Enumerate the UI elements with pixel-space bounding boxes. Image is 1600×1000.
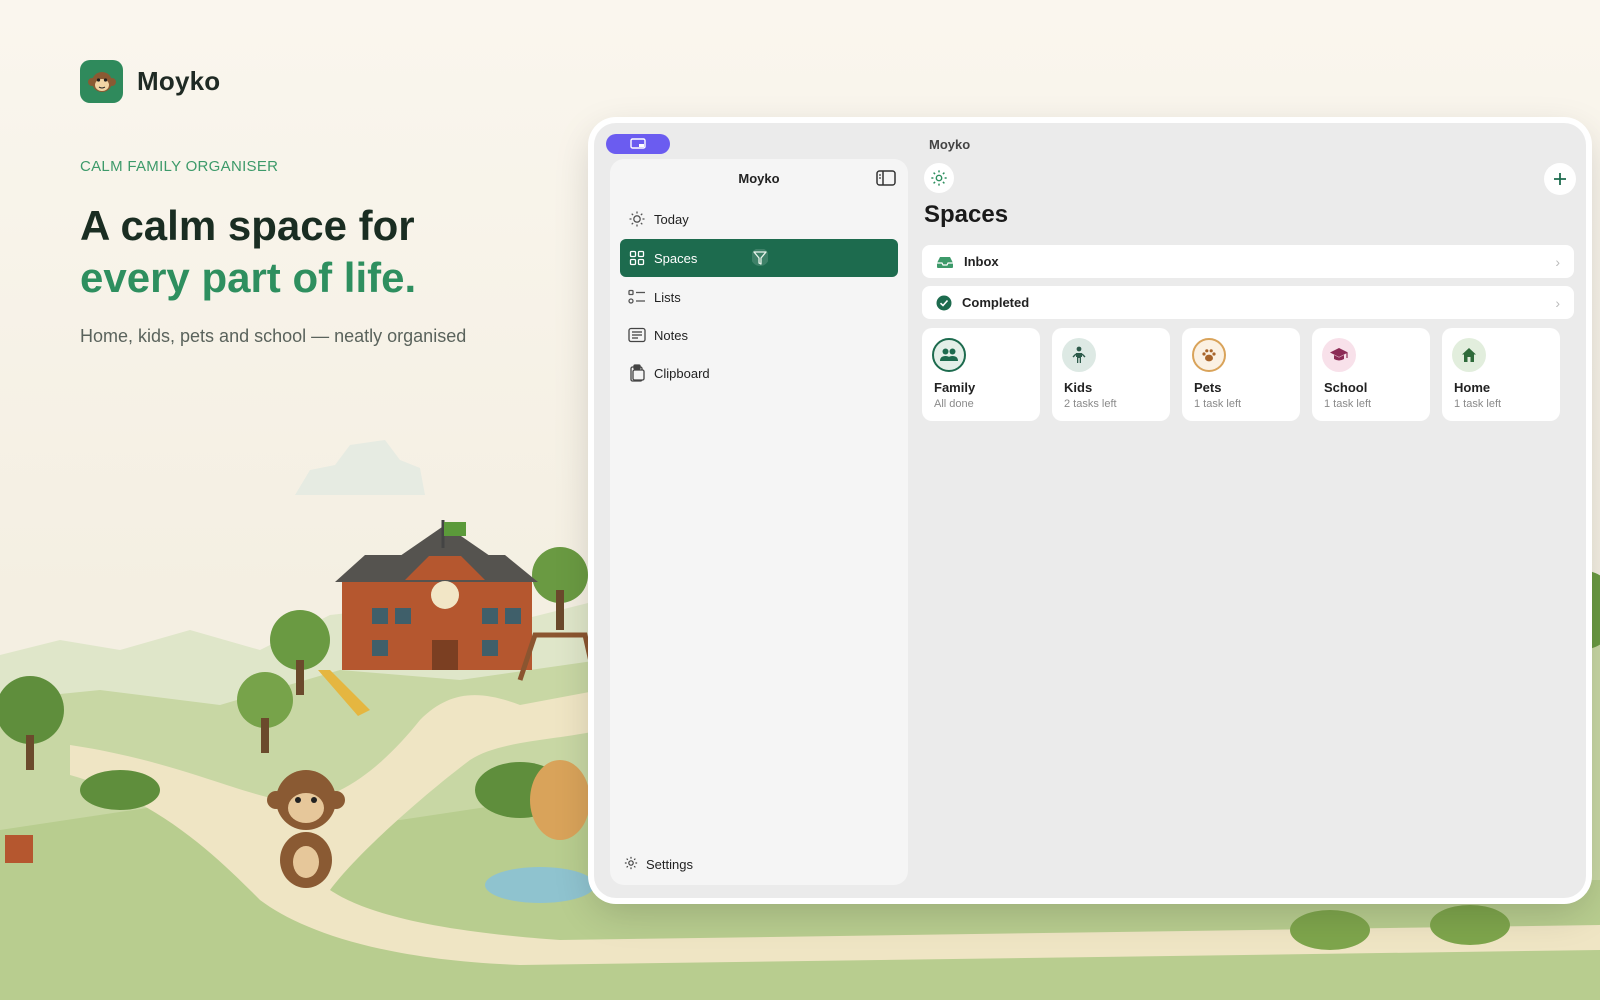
space-card-kids[interactable]: Kids 2 tasks left bbox=[1052, 328, 1170, 421]
window-title: Moyko bbox=[929, 137, 971, 152]
space-name: Home bbox=[1454, 380, 1491, 395]
space-status: 1 task left bbox=[1454, 398, 1502, 410]
monkey-face-icon bbox=[80, 60, 123, 103]
row-label: Completed bbox=[962, 295, 1030, 310]
gear-icon bbox=[931, 170, 947, 186]
brand[interactable]: Moyko bbox=[80, 60, 220, 103]
plus-icon bbox=[1554, 173, 1566, 185]
completed-row[interactable]: Completed › bbox=[922, 286, 1574, 319]
space-card-home[interactable]: Home 1 task left bbox=[1442, 328, 1560, 421]
graduation-cap-icon bbox=[1322, 338, 1356, 372]
clipboard-icon bbox=[628, 364, 646, 382]
hero-eyebrow: CALM FAMILY ORGANISER bbox=[80, 158, 279, 175]
settings-button[interactable] bbox=[924, 163, 954, 193]
space-name: School bbox=[1324, 380, 1368, 395]
row-label: Inbox bbox=[964, 254, 999, 269]
space-card-family[interactable]: Family All done bbox=[922, 328, 1040, 421]
gear-icon bbox=[624, 856, 638, 873]
sidebar-item-label: Clipboard bbox=[654, 365, 710, 381]
space-status: 1 task left bbox=[1194, 398, 1242, 410]
headline-line-2: every part of life. bbox=[80, 254, 417, 301]
check-circle-icon bbox=[936, 295, 952, 310]
page-title: Spaces bbox=[924, 201, 1009, 228]
app-window: Moyko Moyko Today Spaces Lists Notes Cli… bbox=[594, 123, 1586, 898]
settings-label: Settings bbox=[646, 857, 693, 872]
sidebar-item-clipboard[interactable]: Clipboard bbox=[620, 355, 898, 391]
sidebar-item-label: Spaces bbox=[654, 250, 698, 266]
sidebar-title: Moyko bbox=[738, 171, 780, 186]
main-content: Spaces Inbox › Completed › Family All do… bbox=[920, 159, 1586, 898]
space-status: 1 task left bbox=[1324, 398, 1372, 410]
family-icon bbox=[932, 338, 966, 372]
pointer-cursor-icon bbox=[752, 249, 768, 266]
space-card-pets[interactable]: Pets 1 task left bbox=[1182, 328, 1300, 421]
sidebar-settings[interactable]: Settings bbox=[624, 856, 693, 873]
sidebar-item-lists[interactable]: Lists bbox=[620, 279, 898, 315]
hero-headline: A calm space for every part of life. bbox=[80, 200, 416, 304]
chevron-right-icon: › bbox=[1555, 294, 1560, 311]
window-control-pill[interactable] bbox=[606, 134, 670, 154]
paw-icon bbox=[1192, 338, 1226, 372]
brand-name: Moyko bbox=[137, 66, 221, 96]
child-icon bbox=[1062, 338, 1096, 372]
sun-icon bbox=[628, 210, 646, 228]
sidebar-item-label: Lists bbox=[654, 289, 681, 305]
sidebar-item-spaces[interactable]: Spaces bbox=[620, 239, 898, 277]
space-name: Family bbox=[934, 380, 976, 395]
hero-subline: Home, kids, pets and school — neatly org… bbox=[80, 326, 467, 346]
headline-line-1: A calm space for bbox=[80, 202, 415, 249]
add-button[interactable] bbox=[1544, 163, 1576, 195]
window-icon bbox=[630, 138, 646, 149]
sidebar-item-today[interactable]: Today bbox=[620, 201, 898, 237]
space-name: Pets bbox=[1194, 380, 1222, 395]
inbox-row[interactable]: Inbox › bbox=[922, 245, 1574, 278]
spaces-grid: Family All done Kids 2 tasks left Pets 1… bbox=[922, 328, 1560, 421]
checklist-icon bbox=[628, 288, 646, 306]
space-card-school[interactable]: School 1 task left bbox=[1312, 328, 1430, 421]
notes-icon bbox=[628, 326, 646, 344]
space-status: 2 tasks left bbox=[1064, 398, 1117, 410]
sidebar-nav: Today Spaces Lists Notes Clipboard bbox=[620, 201, 898, 393]
sidebar-item-label: Today bbox=[654, 211, 689, 227]
inbox-icon bbox=[937, 256, 953, 268]
sidebar-item-label: Notes bbox=[654, 327, 688, 343]
space-name: Kids bbox=[1064, 380, 1093, 395]
sidebar-item-notes[interactable]: Notes bbox=[620, 317, 898, 353]
sidebar-toggle-icon[interactable] bbox=[876, 170, 896, 186]
house-icon bbox=[1452, 338, 1486, 372]
chevron-right-icon: › bbox=[1555, 253, 1560, 270]
space-status: All done bbox=[934, 398, 974, 410]
sidebar: Moyko Today Spaces Lists Notes Clipboard… bbox=[610, 159, 908, 885]
grid-icon bbox=[628, 249, 646, 267]
